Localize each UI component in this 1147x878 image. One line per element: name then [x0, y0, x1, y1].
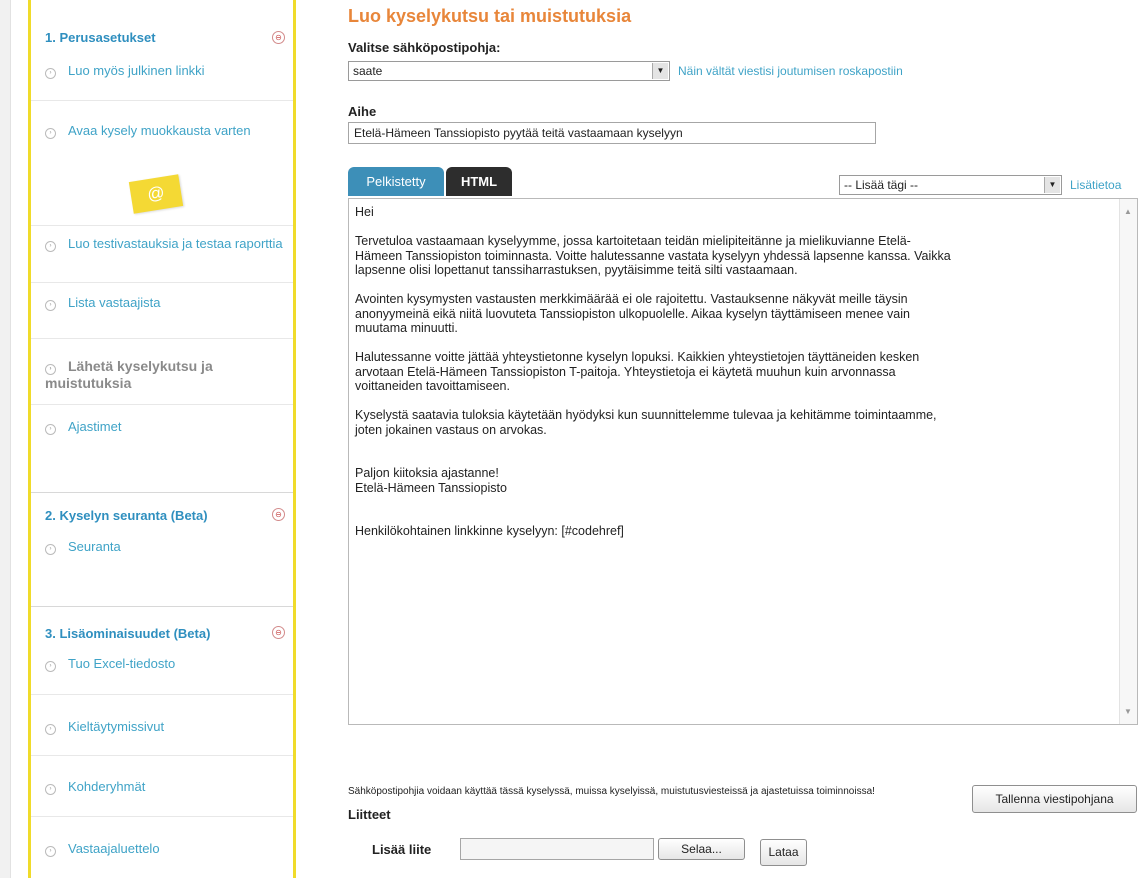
- sidebar-item-label: Avaa kysely muokkausta varten: [68, 123, 251, 138]
- divider: [31, 694, 293, 695]
- tab-html[interactable]: HTML: [446, 167, 512, 196]
- subject-label: Aihe: [348, 104, 377, 119]
- sidebar-item-label: Seuranta: [68, 539, 121, 554]
- arrow-circle-icon: ›: [45, 661, 56, 672]
- section-title-basic-settings[interactable]: 1. Perusasetukset: [45, 30, 156, 45]
- sidebar-item-label: Kieltäytymissivut: [68, 719, 165, 734]
- sidebar-item-label: Vastaajaluettelo: [68, 841, 160, 856]
- divider: [31, 282, 293, 283]
- sidebar-item-send-invitations[interactable]: › Lähetä kyselykutsu ja muistutuksia: [45, 358, 275, 392]
- sidebar-item-refusal-pages[interactable]: › Kieltäytymissivut: [45, 718, 164, 735]
- more-info-link[interactable]: Lisätietoa: [1070, 178, 1121, 192]
- arrow-circle-icon: ›: [45, 68, 56, 79]
- page-title: Luo kyselykutsu tai muistutuksia: [348, 6, 632, 26]
- collapse-icon[interactable]: ⊖: [272, 508, 285, 521]
- arrow-circle-icon: ›: [45, 424, 56, 435]
- sidebar-item-label: Tuo Excel-tiedosto: [68, 656, 176, 671]
- template-select[interactable]: saate ▼: [348, 61, 670, 81]
- spam-help-link[interactable]: Näin vältät viestisi joutumisen roskapos…: [678, 64, 903, 78]
- template-select-value: saate: [353, 64, 383, 78]
- tab-plain[interactable]: Pelkistetty: [348, 167, 444, 196]
- divider: [31, 816, 293, 817]
- left-edge-rail: [0, 0, 11, 878]
- sidebar-item-public-link[interactable]: › Luo myös julkinen linkki: [45, 62, 205, 79]
- sidebar-item-import-excel[interactable]: › Tuo Excel-tiedosto: [45, 655, 175, 672]
- arrow-circle-icon: ›: [45, 784, 56, 795]
- arrow-circle-icon: ›: [45, 846, 56, 857]
- template-note: Sähköpostipohjia voidaan käyttää tässä k…: [348, 786, 875, 797]
- dropdown-arrow-icon[interactable]: ▼: [652, 63, 668, 79]
- message-editor[interactable]: Hei Tervetuloa vastaamaan kyselyymme, jo…: [348, 198, 1138, 725]
- tag-select-value: -- Lisää tägi --: [844, 178, 919, 192]
- collapse-icon[interactable]: ⊖: [272, 626, 285, 639]
- arrow-circle-icon: ›: [45, 300, 56, 311]
- add-attachment-label: Lisää liite: [372, 842, 432, 857]
- message-body[interactable]: Hei Tervetuloa vastaamaan kyselyymme, jo…: [355, 205, 1095, 539]
- attachments-label: Liitteet: [348, 807, 391, 822]
- collapse-icon[interactable]: ⊖: [272, 31, 285, 44]
- divider: [31, 225, 293, 226]
- section-title-extra-features[interactable]: 3. Lisäominaisuudet (Beta): [45, 626, 210, 641]
- scroll-up-icon[interactable]: ▲: [1124, 207, 1132, 216]
- attachment-file-input[interactable]: [460, 838, 654, 860]
- sidebar-item-label: Luo myös julkinen linkki: [68, 63, 205, 78]
- editor-scrollbar[interactable]: ▲ ▼: [1119, 199, 1137, 724]
- sidebar-item-label: Ajastimet: [68, 419, 122, 434]
- sidebar-item-respondent-list[interactable]: › Lista vastaajista: [45, 294, 161, 311]
- upload-button[interactable]: Lataa: [760, 839, 807, 866]
- sidebar-item-target-groups[interactable]: › Kohderyhmät: [45, 778, 145, 795]
- arrow-circle-icon: ›: [45, 724, 56, 735]
- browse-button[interactable]: Selaa...: [658, 838, 745, 860]
- scroll-down-icon[interactable]: ▼: [1124, 707, 1132, 716]
- sidebar-item-label: Kohderyhmät: [68, 779, 146, 794]
- save-template-button[interactable]: Tallenna viestipohjana: [972, 785, 1137, 813]
- arrow-circle-icon: ›: [45, 241, 56, 252]
- divider: [31, 404, 293, 405]
- divider: [31, 755, 293, 756]
- section-title-survey-tracking[interactable]: 2. Kyselyn seuranta (Beta): [45, 508, 208, 523]
- subject-input[interactable]: Etelä-Hämeen Tanssiopisto pyytää teitä v…: [348, 122, 876, 144]
- divider: [31, 606, 293, 607]
- sidebar-item-label: Lähetä kyselykutsu ja muistutuksia: [45, 358, 213, 391]
- arrow-circle-icon: ›: [45, 544, 56, 555]
- arrow-circle-icon: ›: [45, 364, 56, 375]
- sidebar-item-label: Luo testivastauksia ja testaa raporttia: [68, 236, 283, 251]
- email-sticky-note-icon: @: [128, 174, 184, 214]
- sidebar-item-open-edit[interactable]: › Avaa kysely muokkausta varten: [45, 122, 251, 139]
- divider: [31, 338, 293, 339]
- divider: [31, 100, 293, 101]
- sidebar-item-label: Lista vastaajista: [68, 295, 161, 310]
- sidebar-item-tracking[interactable]: › Seuranta: [45, 538, 121, 555]
- arrow-circle-icon: ›: [45, 128, 56, 139]
- divider: [31, 492, 293, 493]
- sidebar-item-timers[interactable]: › Ajastimet: [45, 418, 121, 435]
- sidebar-item-respondent-register[interactable]: › Vastaajaluettelo: [45, 840, 160, 857]
- sidebar-item-test-answers[interactable]: › Luo testivastauksia ja testaa raporttia: [45, 235, 285, 252]
- tag-select[interactable]: -- Lisää tägi -- ▼: [839, 175, 1062, 195]
- template-label: Valitse sähköpostipohja:: [348, 40, 501, 55]
- sidebar: 1. Perusasetukset ⊖ › Luo myös julkinen l…: [28, 0, 296, 878]
- main-content: Luo kyselykutsu tai muistutuksia Valitse…: [348, 0, 1147, 878]
- dropdown-arrow-icon[interactable]: ▼: [1044, 177, 1060, 193]
